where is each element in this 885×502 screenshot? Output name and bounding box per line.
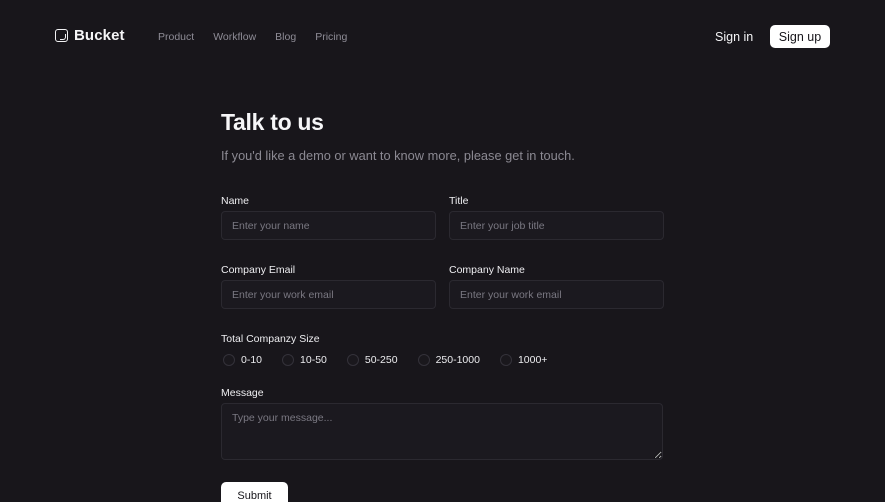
nav-link-blog[interactable]: Blog: [275, 31, 296, 43]
submit-button[interactable]: Submit: [221, 482, 288, 502]
job-title-input[interactable]: [449, 211, 664, 240]
radio-circle[interactable]: [417, 354, 430, 366]
brand-name: Bucket: [74, 27, 125, 44]
name-input[interactable]: [221, 211, 436, 240]
size-option-0-10[interactable]: 0-10: [223, 354, 262, 366]
company-email-label: Company Email: [221, 264, 296, 276]
size-option-250-1000[interactable]: 250-1000: [417, 354, 480, 366]
radio-label: 50-250: [364, 354, 398, 366]
radio-circle[interactable]: [499, 354, 512, 366]
sign-in-link[interactable]: Sign in: [715, 30, 753, 44]
nav-link-product[interactable]: Product: [158, 31, 194, 43]
bucket-logo-icon: [55, 29, 68, 42]
size-option-1000-plus[interactable]: 1000+: [499, 354, 548, 366]
page-subtitle: If you'd like a demo or want to know mor…: [221, 148, 575, 163]
page-title: Talk to us: [221, 109, 324, 135]
nav-link-pricing[interactable]: Pricing: [315, 31, 347, 43]
nav-links: Product Workflow Blog Pricing: [158, 31, 366, 43]
company-size-label: Total Companzy Size: [221, 333, 320, 345]
radio-circle[interactable]: [223, 354, 235, 366]
radio-label: 250-1000: [435, 354, 480, 366]
brand[interactable]: Bucket: [55, 27, 125, 44]
size-option-50-250[interactable]: 50-250: [346, 354, 398, 366]
top-nav: Bucket Product Workflow Blog Pricing Sig…: [0, 0, 885, 72]
title-label: Title: [449, 195, 469, 207]
message-textarea[interactable]: [221, 403, 663, 460]
company-name-input[interactable]: [449, 280, 664, 309]
radio-label: 0-10: [241, 354, 263, 366]
size-option-10-50[interactable]: 10-50: [282, 354, 327, 366]
nav-link-workflow[interactable]: Workflow: [213, 31, 256, 43]
radio-circle[interactable]: [346, 354, 359, 366]
name-label: Name: [221, 195, 250, 207]
sign-up-button[interactable]: Sign up: [770, 25, 830, 48]
company-size-radio-group: 0-10 10-50 50-250 250-1000 1000+: [223, 353, 547, 367]
contact-page: Bucket Product Workflow Blog Pricing Sig…: [0, 0, 885, 502]
radio-label: 10-50: [300, 354, 327, 366]
message-label: Message: [221, 387, 264, 399]
company-name-label: Company Name: [449, 264, 525, 276]
radio-circle[interactable]: [282, 354, 295, 366]
company-email-input[interactable]: [221, 280, 436, 309]
radio-label: 1000+: [517, 354, 548, 366]
